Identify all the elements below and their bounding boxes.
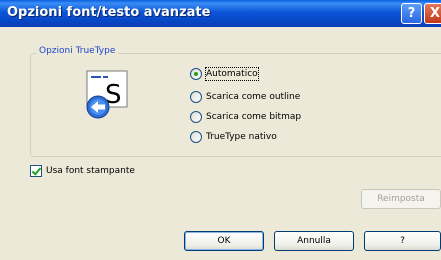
radio-selected-indicator[interactable] — [190, 68, 202, 80]
close-icon: X — [429, 6, 441, 21]
radio-label: Automatico — [205, 67, 259, 81]
checkbox-label: Usa font stampante — [46, 166, 135, 176]
annulla-button[interactable]: Annulla — [274, 231, 354, 251]
checkbox-check-icon[interactable] — [30, 165, 42, 177]
title-bar[interactable]: Opzioni font/testo avanzate ? X — [0, 0, 441, 27]
window-title: Opzioni font/testo avanzate — [7, 5, 211, 20]
reimposta-button[interactable]: Reimposta — [361, 189, 441, 209]
group-label: Opzioni TrueType — [36, 46, 119, 56]
truetype-download-icon: S — [83, 69, 135, 121]
radio-indicator[interactable] — [190, 111, 202, 123]
help-title-button[interactable]: ? — [401, 3, 422, 24]
ok-button[interactable]: OK — [184, 231, 264, 251]
radio-indicator[interactable] — [190, 131, 202, 143]
close-button[interactable]: X — [424, 3, 441, 24]
help-icon: ? — [407, 6, 416, 21]
radio-label: TrueType nativo — [206, 132, 277, 142]
radio-label: Scarica come bitmap — [206, 112, 302, 122]
radio-label: Scarica come outline — [206, 92, 301, 102]
help-button[interactable]: ? — [364, 231, 441, 251]
radio-indicator[interactable] — [190, 91, 202, 103]
